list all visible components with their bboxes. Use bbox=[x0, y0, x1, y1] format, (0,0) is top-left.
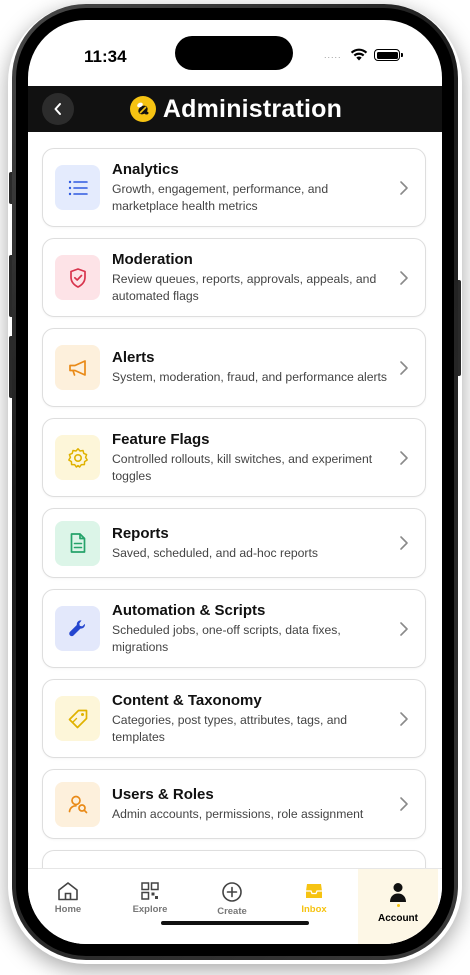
tab-label: Inbox bbox=[301, 904, 327, 915]
menu-item-reports[interactable]: Reports Saved, scheduled, and ad-hoc rep… bbox=[42, 508, 426, 578]
menu-item-title: Feature Flags bbox=[112, 430, 210, 448]
tab-account[interactable]: Account bbox=[358, 869, 438, 944]
menu-item-text: Feature Flags Controlled rollouts, kill … bbox=[112, 431, 413, 485]
active-tab-indicator bbox=[396, 904, 400, 907]
tab-inbox[interactable]: Inbox bbox=[274, 869, 354, 944]
chevron-right-icon bbox=[400, 180, 408, 195]
menu-item-description: System, moderation, fraud, and performan… bbox=[112, 370, 388, 384]
person-icon bbox=[390, 883, 406, 902]
menu-item-description: Categories, post types, attributes, tags… bbox=[112, 712, 348, 744]
menu-item-title: Moderation bbox=[112, 250, 193, 268]
menu-item-analytics[interactable]: Analytics Growth, engagement, performanc… bbox=[42, 148, 426, 227]
menu-item-users-roles[interactable]: Users & Roles Admin accounts, permission… bbox=[42, 769, 426, 839]
wifi-icon bbox=[350, 48, 368, 61]
plus-circle-icon bbox=[222, 882, 242, 902]
dynamic-island bbox=[175, 36, 293, 70]
chevron-right-icon bbox=[400, 270, 408, 285]
home-indicator bbox=[161, 921, 309, 925]
menu-item-moderation[interactable]: Moderation Review queues, reports, appro… bbox=[42, 238, 426, 317]
chevron-right-icon bbox=[400, 450, 408, 465]
shield-check-icon bbox=[69, 267, 86, 288]
tab-label: Explore bbox=[132, 904, 168, 915]
tab-explore[interactable]: Explore bbox=[110, 869, 190, 944]
battery-icon bbox=[374, 49, 403, 61]
menu-item-description: Saved, scheduled, and ad-hoc reports bbox=[112, 545, 318, 560]
menu-item-title: Reports bbox=[112, 524, 169, 542]
user-search-icon bbox=[68, 795, 87, 814]
header-title-group: Administration bbox=[28, 86, 442, 132]
tab-create[interactable]: Create bbox=[192, 869, 272, 944]
menu-item-feature-flags[interactable]: Feature Flags Controlled rollouts, kill … bbox=[42, 418, 426, 497]
menu-item-description: Controlled rollouts, kill switches, and … bbox=[112, 451, 373, 483]
menu-item-description: Scheduled jobs, one-off scripts, data fi… bbox=[112, 622, 341, 654]
menu-item-text: Automation & Scripts Scheduled jobs, one… bbox=[112, 602, 413, 656]
chevron-right-icon bbox=[400, 360, 408, 375]
home-icon bbox=[58, 882, 78, 901]
admin-menu-list: Analytics Growth, engagement, performanc… bbox=[28, 132, 442, 872]
menu-item-icon-box bbox=[55, 255, 100, 300]
screen: 11:34 ..... Administration Analytics Gro… bbox=[28, 20, 442, 944]
menu-item-icon-box bbox=[55, 781, 100, 827]
device-frame: 11:34 ..... Administration Analytics Gro… bbox=[12, 4, 458, 960]
menu-item-title: Content & Taxonomy bbox=[112, 691, 262, 709]
menu-item-icon-box bbox=[55, 345, 100, 390]
tab-label: Home bbox=[54, 904, 82, 915]
menu-item-text: Users & Roles Admin accounts, permission… bbox=[112, 786, 413, 823]
menu-item-icon-box bbox=[55, 165, 100, 210]
menu-item-content-taxonomy[interactable]: Content & Taxonomy Categories, post type… bbox=[42, 679, 426, 758]
menu-item-text: Moderation Review queues, reports, appro… bbox=[112, 251, 413, 305]
menu-item-text: Content & Taxonomy Categories, post type… bbox=[112, 692, 413, 746]
menu-item-automation-scripts[interactable]: Automation & Scripts Scheduled jobs, one… bbox=[42, 589, 426, 668]
chevron-right-icon bbox=[400, 621, 408, 636]
menu-item-title: Analytics bbox=[112, 160, 179, 178]
grid-icon bbox=[141, 882, 159, 900]
tab-label: Account bbox=[378, 913, 418, 924]
bee-logo-icon bbox=[129, 96, 156, 122]
megaphone-icon bbox=[68, 359, 86, 376]
menu-item-text: Analytics Growth, engagement, performanc… bbox=[112, 161, 413, 215]
menu-item-icon-box bbox=[55, 435, 100, 480]
status-bar: 11:34 ..... bbox=[28, 20, 442, 86]
tab-bar: Home Explore Create Inbox Account bbox=[28, 868, 442, 944]
menu-item-text: Reports Saved, scheduled, and ad-hoc rep… bbox=[112, 525, 413, 562]
app-header: Administration bbox=[28, 86, 442, 132]
tag-icon bbox=[68, 709, 87, 728]
menu-item-icon-box bbox=[55, 606, 100, 651]
wrench-icon bbox=[68, 619, 85, 636]
gear-icon bbox=[67, 447, 88, 468]
chevron-right-icon bbox=[400, 536, 408, 550]
menu-item-description: Admin accounts, permissions, role assign… bbox=[112, 806, 364, 821]
menu-item-description: Growth, engagement, performance, and mar… bbox=[112, 181, 329, 213]
menu-item-title: Automation & Scripts bbox=[112, 601, 266, 619]
menu-item-icon-box bbox=[55, 696, 100, 741]
menu-item-title: Alerts bbox=[112, 349, 155, 366]
menu-item-text: Alerts System, moderation, fraud, and pe… bbox=[112, 349, 413, 386]
signal-icon: ..... bbox=[324, 50, 342, 60]
menu-item-title: Users & Roles bbox=[112, 785, 214, 803]
device-bezel: 11:34 ..... Administration Analytics Gro… bbox=[16, 8, 454, 956]
inbox-icon bbox=[306, 884, 322, 898]
document-icon bbox=[70, 533, 85, 553]
page-title: Administration bbox=[162, 94, 343, 123]
tab-label: Create bbox=[217, 906, 247, 917]
menu-item-description: Review queues, reports, approvals, appea… bbox=[112, 271, 377, 303]
chevron-right-icon bbox=[400, 711, 408, 726]
tab-home[interactable]: Home bbox=[28, 869, 108, 944]
menu-item-alerts[interactable]: Alerts System, moderation, fraud, and pe… bbox=[42, 328, 426, 407]
list-icon bbox=[68, 180, 88, 195]
chevron-right-icon bbox=[400, 797, 408, 811]
status-time: 11:34 bbox=[84, 47, 127, 66]
menu-item-icon-box bbox=[55, 520, 100, 566]
